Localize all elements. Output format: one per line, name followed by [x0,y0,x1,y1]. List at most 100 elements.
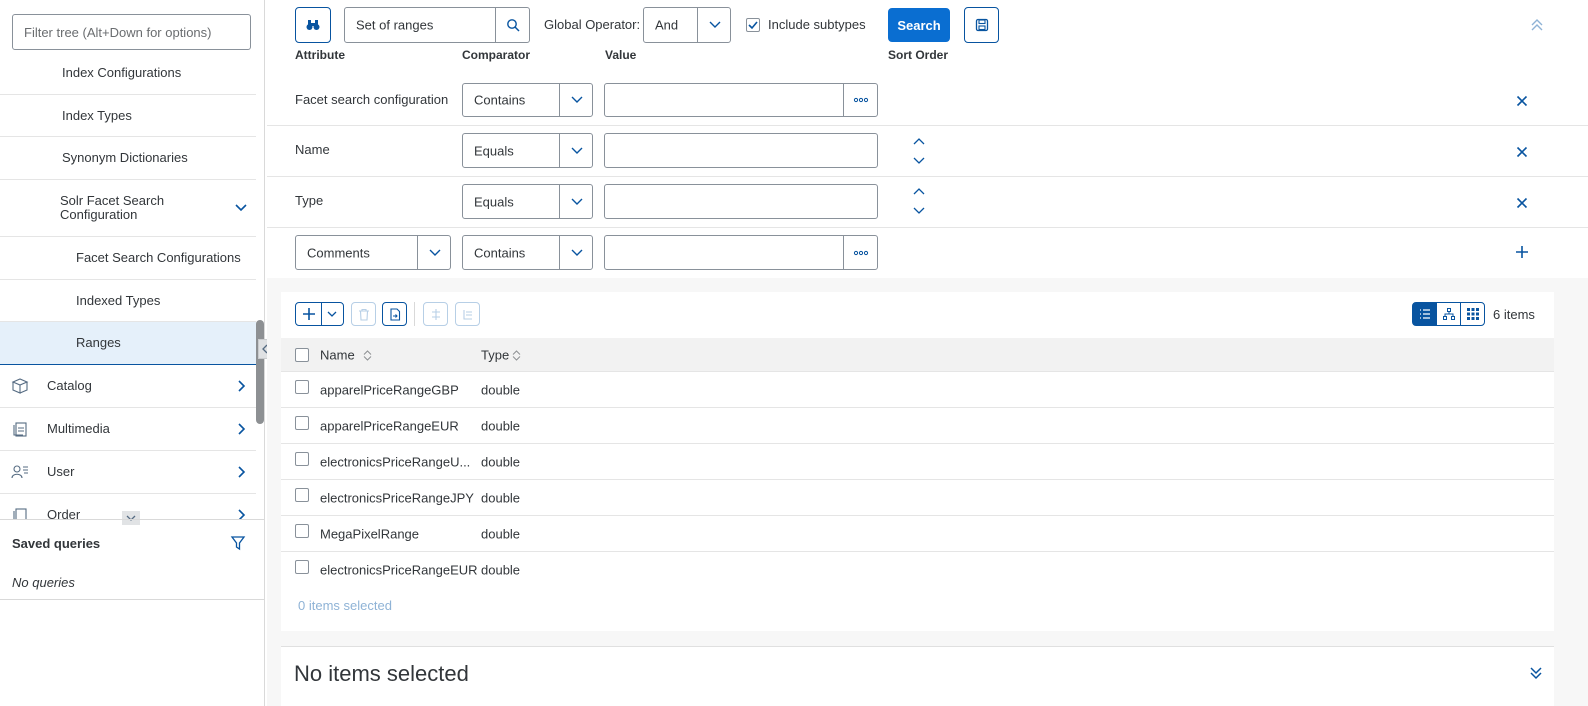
value-input-comments[interactable] [604,235,878,270]
multi-edit-button[interactable] [455,302,480,326]
tree-item-user[interactable]: User [0,451,256,494]
row-name: electronicsPriceRangeU... [320,454,471,469]
chevron-down-icon [709,21,720,28]
list-view-toggle[interactable] [1412,302,1437,326]
sort-icon[interactable] [363,350,372,361]
tree-item-facet-search-configurations[interactable]: Facet Search Configurations [0,237,256,280]
search-button[interactable]: Search [888,8,950,42]
compare-button[interactable] [423,302,448,326]
value-input-facet-search-configuration[interactable] [604,83,878,117]
table-row[interactable]: electronicsPriceRangeEUR double [281,552,1554,588]
comparator-select-type[interactable]: Equals [462,184,593,219]
tree-item-label: Indexed Types [76,292,161,308]
tree-item-indexed-types[interactable]: Indexed Types [0,280,256,322]
attribute-label-name: Name [295,142,330,157]
table-row[interactable]: electronicsPriceRangeU... double [281,444,1554,480]
comparator-value: Equals [474,143,514,158]
row-checkbox[interactable] [295,380,309,394]
chevron-right-icon[interactable] [232,377,250,395]
tree-item-index-configurations[interactable]: Index Configurations [0,52,256,95]
binoculars-icon [306,20,320,30]
save-query-button[interactable] [964,7,999,43]
attribute-label-type: Type [295,193,324,208]
table-row[interactable]: apparelPriceRangeEUR double [281,408,1554,444]
tree-item-multimedia[interactable]: Multimedia [0,408,256,451]
tree-view-toggle[interactable] [1436,302,1461,326]
delete-button[interactable] [351,302,376,326]
chevron-right-icon[interactable] [232,463,250,481]
type-field[interactable]: Set of ranges [344,7,530,43]
more-icon [853,250,869,255]
global-operator-dropdown-button[interactable] [698,8,731,42]
chevron-down-icon[interactable] [232,199,250,217]
tree-item-label: Synonym Dictionaries [62,150,188,165]
row-name: apparelPriceRangeGBP [320,382,459,397]
value-help-button[interactable] [844,236,878,269]
comparator-value: Contains [474,92,526,108]
row-name: electronicsPriceRangeEUR [320,562,478,578]
remove-condition-icon[interactable] [1515,94,1529,108]
filter-icon[interactable] [230,535,246,551]
value-input-type[interactable] [604,184,878,219]
comparator-select-comments[interactable]: Contains [462,235,593,270]
column-header-name[interactable]: Name [320,347,355,362]
comparator-header: Comparator [462,48,531,62]
create-button[interactable] [295,302,344,326]
value-input-name[interactable] [604,133,878,168]
selected-count: 0 items selected [298,598,392,613]
sort-order-arrows-icon[interactable] [913,138,925,166]
comparator-select-facet-search-configuration[interactable]: Contains [462,83,593,117]
type-value: Set of ranges [356,17,434,33]
expand-editor-icon[interactable] [1528,665,1544,681]
include-subtypes-checkbox[interactable] [746,18,760,32]
row-checkbox[interactable] [295,560,309,574]
saved-queries-section: Saved queries No queries [0,519,265,600]
collapse-search-icon[interactable] [1530,18,1544,32]
comparator-dropdown-button[interactable] [560,134,593,167]
new-attribute-select[interactable]: Comments [295,235,451,270]
table-row[interactable]: apparelPriceRangeGBP double [281,372,1554,408]
table-row[interactable]: MegaPixelRange double [281,516,1554,552]
row-type: double [481,382,521,397]
sort-icon[interactable] [512,350,521,361]
chevron-right-icon[interactable] [232,506,250,519]
column-header-type[interactable]: Type [481,347,509,362]
remove-condition-icon[interactable] [1515,145,1529,159]
grid-view-toggle[interactable] [1460,302,1485,326]
row-checkbox[interactable] [295,488,309,502]
select-all-checkbox[interactable] [295,348,309,362]
row-type: double [481,526,521,541]
order-icon [13,508,27,519]
global-operator-select[interactable]: And [643,7,731,43]
tree-item-label: Multimedia [47,421,110,436]
tree-item-index-types[interactable]: Index Types [0,95,256,137]
comparator-dropdown-button[interactable] [560,185,593,218]
chevron-down-icon [571,147,582,154]
sort-order-arrows-icon[interactable] [913,188,925,216]
tree-scrollbar[interactable] [256,320,264,424]
tree-item-ranges[interactable]: Ranges [0,322,256,365]
filter-tree-input[interactable] [12,14,251,50]
saved-queries-title: Saved queries [12,536,101,551]
comparator-dropdown-button[interactable] [560,236,593,269]
tree-item-catalog[interactable]: Catalog [0,365,256,408]
export-button[interactable] [382,302,407,326]
remove-condition-icon[interactable] [1515,196,1529,210]
row-checkbox[interactable] [295,416,309,430]
attribute-dropdown-button[interactable] [418,236,451,269]
value-help-button[interactable] [844,84,878,116]
advanced-search-toggle-button[interactable] [295,7,331,43]
document-export-icon [389,307,400,321]
more-icon [853,97,869,103]
tree-item-synonym-dictionaries[interactable]: Synonym Dictionaries [0,137,256,180]
row-checkbox[interactable] [295,452,309,466]
comparator-select-name[interactable]: Equals [462,133,593,168]
row-type: double [481,454,521,469]
chevron-right-icon[interactable] [232,420,250,438]
add-condition-icon[interactable] [1515,245,1529,259]
table-row[interactable]: electronicsPriceRangeJPY double [281,480,1554,516]
row-checkbox[interactable] [295,524,309,538]
type-search-button[interactable] [496,8,530,42]
comparator-dropdown-button[interactable] [560,84,593,116]
tree-item-solr-facet-search-configuration[interactable]: Solr Facet Search Configuration [0,180,256,237]
